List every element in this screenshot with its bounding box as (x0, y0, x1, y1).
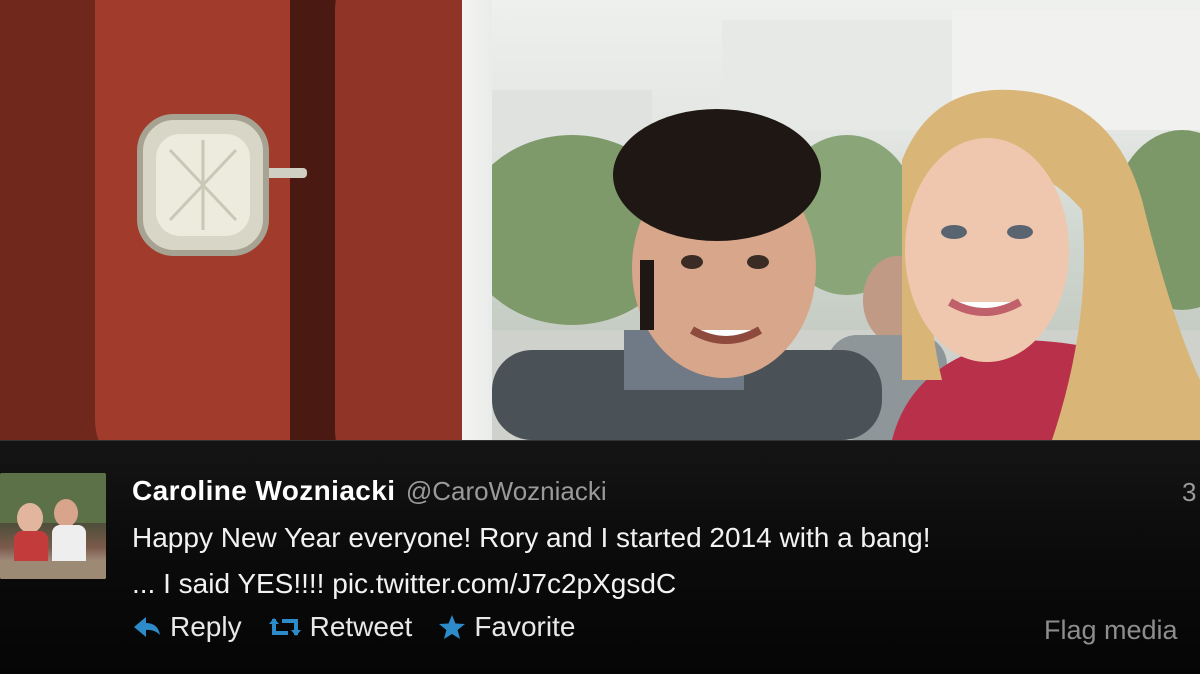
favorite-star-icon (439, 615, 466, 639)
avatar[interactable] (0, 473, 106, 579)
retweet-icon (268, 618, 301, 636)
media-link[interactable]: pic.twitter.com/J7c2pXgsdC (332, 568, 676, 599)
tweet-text-line: Happy New Year everyone! Rory and I star… (132, 522, 931, 553)
tweet-card: Caroline Wozniacki @CaroWozniacki 3 Happ… (0, 440, 1200, 674)
ring-icon (137, 114, 307, 256)
display-name[interactable]: Caroline Wozniacki (132, 475, 395, 506)
reply-arrow-icon (134, 617, 160, 637)
ring-photo[interactable] (0, 0, 462, 440)
couple-scene (492, 10, 1200, 440)
couple-photo[interactable] (492, 0, 1200, 440)
tweet-text-segment: ... I said YES!!!! (132, 568, 333, 599)
user-handle[interactable]: @CaroWozniacki (406, 476, 607, 506)
photo-divider (462, 0, 492, 440)
reply-button[interactable]: Reply (132, 611, 242, 643)
tweet-media-screen: Caroline Wozniacki @CaroWozniacki 3 Happ… (0, 0, 1200, 674)
tweet-text: Happy New Year everyone! Rory and I star… (132, 515, 1172, 607)
favorite-label: Favorite (474, 611, 576, 642)
flag-media-link[interactable]: Flag media (1044, 615, 1178, 646)
reply-label: Reply (170, 611, 242, 642)
favorite-button[interactable]: Favorite (438, 611, 575, 643)
tweet-actions: Reply Retweet Favorite (132, 611, 575, 643)
retweet-label: Retweet (309, 611, 413, 642)
avatar-photo (0, 473, 106, 579)
tweet-header: Caroline Wozniacki @CaroWozniacki (132, 475, 607, 507)
tweet-text-line: ... I said YES!!!! pic.twitter.com/J7c2p… (132, 561, 1172, 607)
tweet-timestamp[interactable]: 3 (1182, 477, 1196, 508)
retweet-button[interactable]: Retweet (268, 611, 413, 643)
